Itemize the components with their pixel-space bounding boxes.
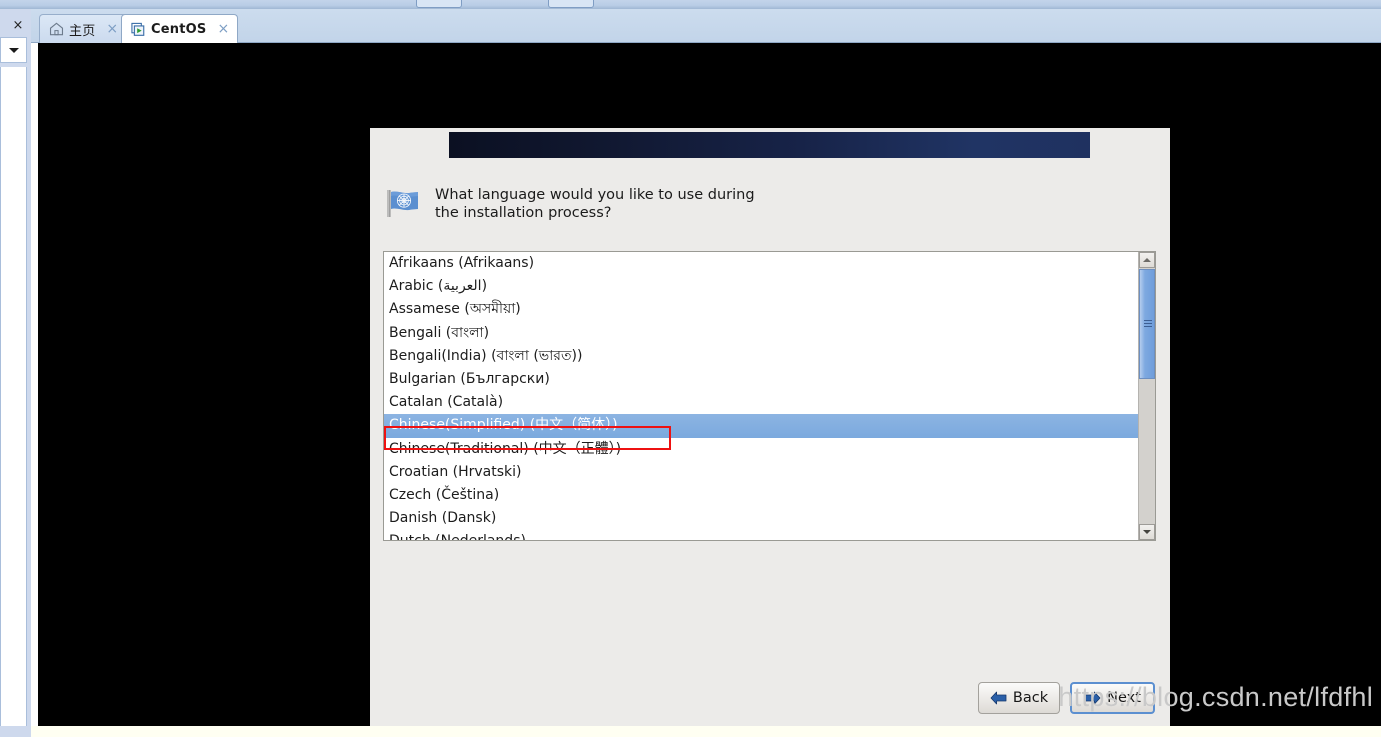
tab-home[interactable]: 主页 × [39,14,128,43]
tab-centos-close-icon[interactable]: × [217,21,229,37]
tab-home-label: 主页 [69,23,96,39]
screen: × 主页 × CentOS × What language would you … [0,0,1381,737]
tab-home-close-icon[interactable]: × [106,21,118,37]
language-list-item[interactable]: Afrikaans (Afrikaans) [384,252,1138,275]
anaconda-installer-dialog: What language would you like to use duri… [370,128,1170,728]
language-list-item[interactable]: Catalan (Català) [384,391,1138,414]
back-button[interactable]: Back [978,682,1060,714]
language-list-item[interactable]: Assamese (অসমীয়া) [384,298,1138,321]
home-icon [49,22,64,36]
scrollbar-grip-icon [1144,320,1152,327]
language-list-item[interactable]: Bengali(India) (বাংলা (ভারত)) [384,345,1138,368]
language-listbox[interactable]: Afrikaans (Afrikaans) Arabic (العربية) Ass… [383,251,1156,541]
rail-bottom-cap [0,726,31,737]
left-rail: × [0,9,31,737]
rail-dropdown-button[interactable] [0,37,27,63]
rail-close-icon[interactable]: × [10,18,26,34]
language-list-item[interactable]: Arabic (العربية) [384,275,1138,298]
toolbar-button-2[interactable] [548,0,594,8]
installer-banner [449,132,1090,158]
language-list-item[interactable]: Bengali (বাংলা) [384,322,1138,345]
toolbar-button-1[interactable] [416,0,462,8]
prompt-row: What language would you like to use duri… [383,181,1143,223]
tab-bar: 主页 × CentOS × [31,9,1381,43]
bottom-strip [0,726,1381,737]
tab-centos-label: CentOS [151,21,207,37]
watermark: https://blog.csdn.net/lfdfhl [1058,682,1373,712]
language-list-scrollbar[interactable] [1138,252,1155,540]
vm-display[interactable]: What language would you like to use duri… [38,43,1381,728]
language-list-item[interactable]: Dutch (Nederlands) [384,530,1138,540]
virtual-machine-icon [131,22,145,36]
language-list-item[interactable]: Chinese(Traditional) (中文（正體）) [384,438,1138,461]
chevron-down-icon [8,47,19,53]
scrollbar-down-button[interactable] [1139,524,1155,540]
toolbar-strip [0,0,1381,9]
prompt-text: What language would you like to use duri… [435,187,755,221]
language-list-item[interactable]: Czech (Čeština) [384,484,1138,507]
un-flag-icon [387,190,418,217]
chevron-up-icon [1143,258,1151,262]
language-list-item[interactable]: Croatian (Hrvatski) [384,461,1138,484]
language-list[interactable]: Afrikaans (Afrikaans) Arabic (العربية) Ass… [384,252,1138,540]
scrollbar-up-button[interactable] [1139,252,1155,268]
back-button-label: Back [1012,690,1049,706]
language-list-item[interactable]: Chinese(Simplified) (中文（简体）) [384,414,1138,438]
rail-library-panel[interactable] [0,67,27,737]
scrollbar-thumb[interactable] [1139,269,1155,379]
arrow-left-icon [990,691,1007,705]
chevron-down-icon [1143,530,1151,534]
tab-centos[interactable]: CentOS × [121,14,239,43]
language-list-item[interactable]: Bulgarian (Български) [384,368,1138,391]
language-list-item[interactable]: Danish (Dansk) [384,507,1138,530]
